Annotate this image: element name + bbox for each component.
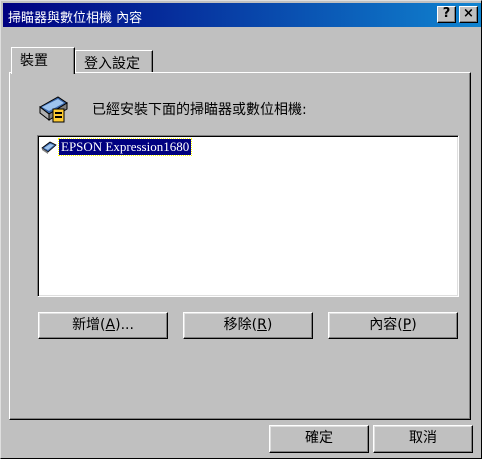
properties-dialog: 掃瞄器與數位相機 內容 ? × 裝置 登入設定 已經安裝下面的掃瞄器或數位相機: — [0, 0, 482, 459]
tab-logon-settings[interactable]: 登入設定 — [75, 50, 153, 72]
cancel-button[interactable]: 取消 — [373, 425, 473, 453]
tab-panel: 已經安裝下面的掃瞄器或數位相機: EPSON Expression1680 新增… — [9, 72, 471, 420]
device-name: EPSON Expression1680 — [57, 138, 193, 156]
properties-button[interactable]: 內容(P) — [328, 312, 458, 339]
installed-devices-label: 已經安裝下面的掃瞄器或數位相機: — [92, 102, 307, 118]
tab-devices-label: 裝置 — [20, 53, 48, 69]
remove-button-suffix: ) — [266, 317, 273, 333]
properties-button-suffix: ) — [411, 317, 417, 333]
add-button-text: 新增( — [72, 317, 106, 333]
properties-button-text: 內容( — [369, 317, 403, 333]
remove-button-text: 移除( — [223, 317, 258, 333]
help-button[interactable]: ? — [437, 6, 456, 23]
remove-button-accesskey: R — [257, 317, 267, 333]
window-title: 掃瞄器與數位相機 內容 — [8, 11, 143, 26]
scanner-arrow-icon — [41, 141, 57, 154]
add-button-accesskey: A — [105, 317, 116, 333]
tab-devices[interactable]: 裝置 — [11, 47, 75, 74]
scanner-icon — [39, 96, 68, 123]
remove-device-button[interactable]: 移除(R) — [183, 312, 313, 339]
close-button[interactable]: × — [459, 6, 478, 23]
device-list[interactable]: EPSON Expression1680 — [37, 135, 459, 297]
add-button-suffix: )... — [115, 317, 134, 333]
title-bar[interactable]: 掃瞄器與數位相機 內容 ? × — [3, 3, 481, 27]
tab-logon-settings-label: 登入設定 — [84, 56, 140, 72]
ok-button[interactable]: 確定 — [269, 425, 369, 453]
add-device-button[interactable]: 新增(A)... — [38, 312, 168, 339]
properties-button-accesskey: P — [402, 317, 412, 333]
